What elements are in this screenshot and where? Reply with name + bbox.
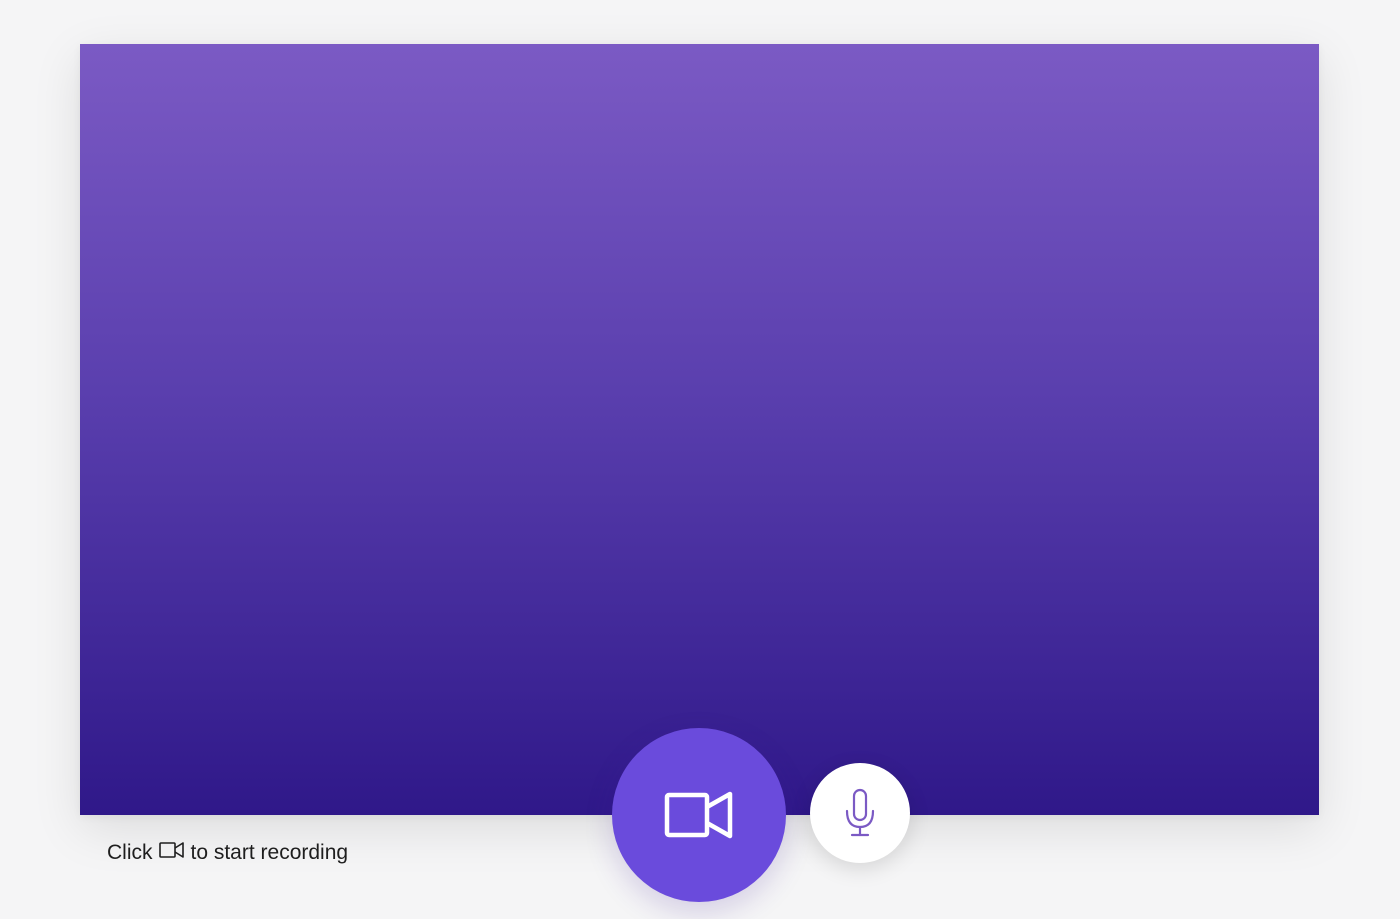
video-card [80, 44, 1319, 815]
video-camera-icon [664, 791, 734, 839]
hint-suffix: to start recording [190, 841, 349, 864]
microphone-icon [844, 788, 876, 838]
microphone-button[interactable] [810, 763, 910, 863]
record-button[interactable] [612, 728, 786, 902]
recorder-page: Click to start recording [0, 0, 1400, 919]
recording-hint: Click to start recording [107, 838, 348, 868]
video-preview [80, 44, 1319, 815]
hint-prefix: Click [107, 841, 153, 864]
video-camera-icon [158, 840, 185, 860]
